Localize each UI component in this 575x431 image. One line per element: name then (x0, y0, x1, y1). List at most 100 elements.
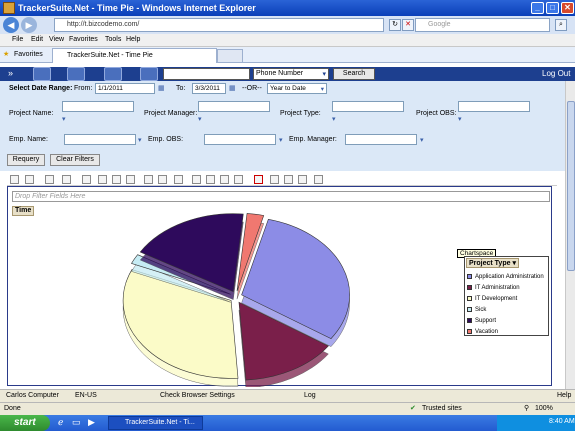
favorites-bar: ★ Favorites TrackerSuite.Net - Time Pie (0, 47, 575, 63)
globe-icon[interactable] (67, 67, 85, 81)
emp-name-dropdown-icon[interactable]: ▾ (138, 136, 145, 144)
project-type-dropdown-icon[interactable]: ▾ (332, 115, 339, 123)
menu-help[interactable]: Help (126, 36, 140, 43)
chartspace[interactable]: Drop Filter Fields Here Time Chartspace … (7, 186, 552, 387)
project-obs-label: Project OBS: (416, 110, 457, 117)
legend-item: Application Administration (467, 271, 544, 282)
clear-filters-button[interactable]: Clear Filters (50, 154, 100, 166)
legend-item: Sick (467, 304, 544, 315)
google-search-input[interactable]: Google (415, 18, 550, 32)
calc-totals-icon[interactable] (206, 175, 215, 184)
from-calendar-icon[interactable]: ▦ (158, 84, 165, 92)
close-button[interactable]: ✕ (561, 2, 574, 14)
to-calendar-icon[interactable]: ▦ (229, 84, 236, 92)
search-button[interactable]: Search (333, 68, 375, 80)
minimize-button[interactable]: _ (531, 2, 544, 14)
project-type-input[interactable] (332, 101, 404, 112)
media-quicklaunch-icon[interactable]: ▶ (88, 417, 95, 428)
date-preset-select[interactable]: Year to Date ▾ (267, 83, 327, 94)
zoom-level[interactable]: 100% (535, 405, 553, 412)
log-link[interactable]: Log (304, 392, 316, 399)
project-name-dropdown-icon[interactable]: ▾ (62, 115, 69, 123)
menu-edit[interactable]: Edit (31, 36, 43, 43)
emp-manager-dropdown-icon[interactable]: ▾ (420, 136, 427, 144)
emp-name-input[interactable] (64, 134, 136, 145)
checklist-icon[interactable] (140, 67, 158, 81)
menu-file[interactable]: File (12, 36, 23, 43)
properties-icon[interactable] (298, 175, 307, 184)
back-button[interactable]: ◀ (3, 17, 19, 33)
search-field-select[interactable]: Phone Number ▾ (253, 68, 329, 80)
show-top-icon[interactable] (158, 175, 167, 184)
help-icon[interactable] (314, 175, 323, 184)
export-icon[interactable] (10, 175, 19, 184)
undo-icon[interactable] (45, 175, 54, 184)
commands-icon[interactable] (82, 175, 91, 184)
alert-icon[interactable] (254, 175, 263, 184)
menu-tools[interactable]: Tools (105, 36, 121, 43)
project-name-input[interactable] (62, 101, 134, 112)
window-title-bar: TrackerSuite.Net - Time Pie - Windows In… (0, 0, 575, 16)
desktop-quicklaunch-icon[interactable]: ▭ (72, 417, 81, 428)
chart-type-icon[interactable] (25, 175, 34, 184)
refresh-data-icon[interactable] (270, 175, 279, 184)
collapse-icon[interactable] (234, 175, 243, 184)
subtotal-icon[interactable] (192, 175, 201, 184)
show-as-icon[interactable] (220, 175, 229, 184)
logout-link[interactable]: Log Out (542, 69, 570, 78)
legend-swatch (467, 274, 472, 279)
field-list-icon[interactable] (98, 175, 107, 184)
favorites-button[interactable]: Favorites (14, 51, 43, 58)
expand-icon[interactable]: » (8, 68, 13, 78)
search-field-value: Phone Number (256, 70, 304, 77)
project-manager-dropdown-icon[interactable]: ▾ (198, 115, 205, 123)
security-zone[interactable]: Trusted sites (422, 405, 462, 412)
emp-manager-input[interactable] (345, 134, 417, 145)
delete-icon[interactable] (62, 175, 71, 184)
menu-view[interactable]: View (49, 36, 64, 43)
scrollbar-thumb[interactable] (567, 101, 575, 271)
page-scrollbar[interactable] (565, 81, 575, 389)
requery-button[interactable]: Requery (7, 154, 45, 166)
date-range-label: Select Date Range: (9, 85, 73, 92)
ie-quicklaunch-icon[interactable]: ℯ (58, 417, 63, 428)
from-date-input[interactable]: 1/1/2011 (95, 83, 155, 94)
check-browser-link[interactable]: Check Browser Settings (160, 392, 235, 399)
to-date-input[interactable]: 3/3/2011 (192, 83, 226, 94)
search-go-icon[interactable]: ⌕ (555, 19, 567, 31)
sort-ascending-icon[interactable] (112, 175, 121, 184)
maximize-button[interactable]: □ (546, 2, 559, 14)
legend-swatch (467, 285, 472, 290)
from-label: From: (74, 85, 93, 92)
forward-button[interactable]: ▶ (21, 17, 37, 33)
employee-search-input[interactable] (163, 68, 250, 80)
autocalc-icon[interactable] (174, 175, 183, 184)
calendar-icon[interactable] (33, 67, 51, 81)
browser-menu-bar: File Edit View Favorites Tools Help (0, 34, 575, 47)
legend-swatch (467, 329, 472, 334)
sort-descending-icon[interactable] (126, 175, 135, 184)
emp-obs-input[interactable] (204, 134, 276, 145)
emp-obs-dropdown-icon[interactable]: ▾ (279, 136, 286, 144)
refresh-icon[interactable]: ↻ (389, 19, 401, 31)
legend-swatch (467, 296, 472, 301)
browser-status-bar: Done ✔ Trusted sites ⚲ 100% (0, 402, 575, 415)
new-tab-button[interactable] (217, 49, 243, 62)
emp-manager-label: Emp. Manager: (289, 136, 337, 143)
stop-icon[interactable]: ✕ (402, 19, 414, 31)
project-obs-input[interactable] (458, 101, 530, 112)
project-obs-dropdown-icon[interactable]: ▾ (458, 115, 465, 123)
taskbar-ie-window[interactable]: TrackerSuite.Net - Ti... (108, 416, 203, 430)
project-manager-input[interactable] (198, 101, 270, 112)
tab-time-pie[interactable]: TrackerSuite.Net - Time Pie (52, 48, 217, 63)
legend-title[interactable]: Project Type ▾ (466, 258, 519, 268)
legend-label: IT Development (475, 295, 518, 302)
help-link[interactable]: Help (557, 392, 571, 399)
menu-favorites[interactable]: Favorites (69, 36, 98, 43)
autofilter-icon[interactable] (144, 175, 153, 184)
status-user: Carlos Computer (6, 392, 59, 399)
start-button[interactable]: start (0, 415, 50, 431)
address-bar[interactable]: http://t.bizcodemo.com/ (54, 18, 384, 32)
details-icon[interactable] (284, 175, 293, 184)
people-icon[interactable] (104, 67, 122, 81)
